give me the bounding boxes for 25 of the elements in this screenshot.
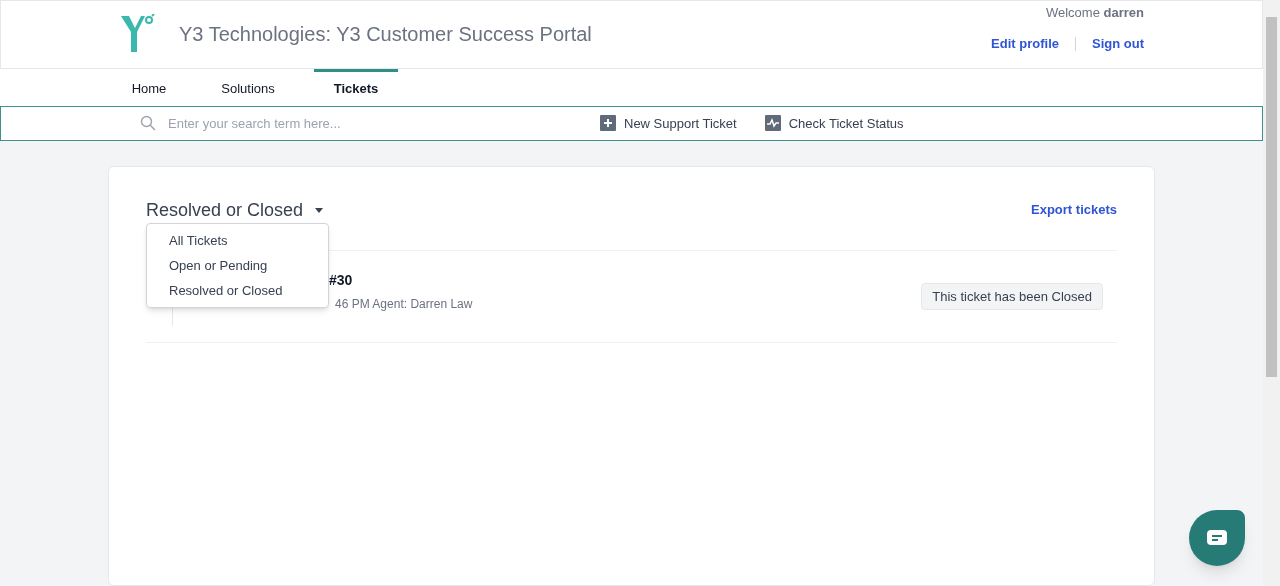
logo-icon: [119, 14, 155, 55]
status-label: This ticket has been Closed: [921, 282, 1103, 311]
ticket-meta: 46 PM Agent: Darren Law: [335, 296, 473, 313]
search-field[interactable]: Enter your search term here...: [168, 113, 468, 134]
edit-profile-link[interactable]: Edit profile: [991, 34, 1059, 54]
pulse-icon: [764, 115, 781, 132]
caret-icon: [315, 207, 324, 213]
ticket-status-button[interactable]: Check Ticket Status: [764, 113, 904, 134]
welcome-text: Welcome darren: [1045, 3, 1144, 22]
ticket-title[interactable]: #30: [329, 270, 473, 291]
nav-tab[interactable]: Solutions: [201, 68, 295, 106]
new-ticket-button[interactable]: New Support Ticket: [600, 113, 737, 134]
export-link[interactable]: Export tickets: [1031, 200, 1117, 220]
filter-option[interactable]: All Tickets: [147, 228, 328, 253]
sign-out-link[interactable]: Sign out: [1092, 34, 1144, 54]
nav-tab[interactable]: Home: [116, 68, 182, 106]
search-icon: [140, 115, 156, 132]
chat-button[interactable]: [1189, 510, 1245, 566]
portal-title: Y3 Technologies: Y3 Customer Success Portal: [179, 22, 592, 48]
plus-icon: [600, 115, 616, 132]
filter-dropdown[interactable]: Resolved or Closed: [146, 196, 324, 224]
filter-option[interactable]: Resolved or Closed: [147, 278, 328, 303]
scrollbar[interactable]: [1263, 0, 1280, 586]
filter-option[interactable]: Open or Pending: [147, 253, 328, 278]
chat-icon: [1206, 529, 1228, 547]
